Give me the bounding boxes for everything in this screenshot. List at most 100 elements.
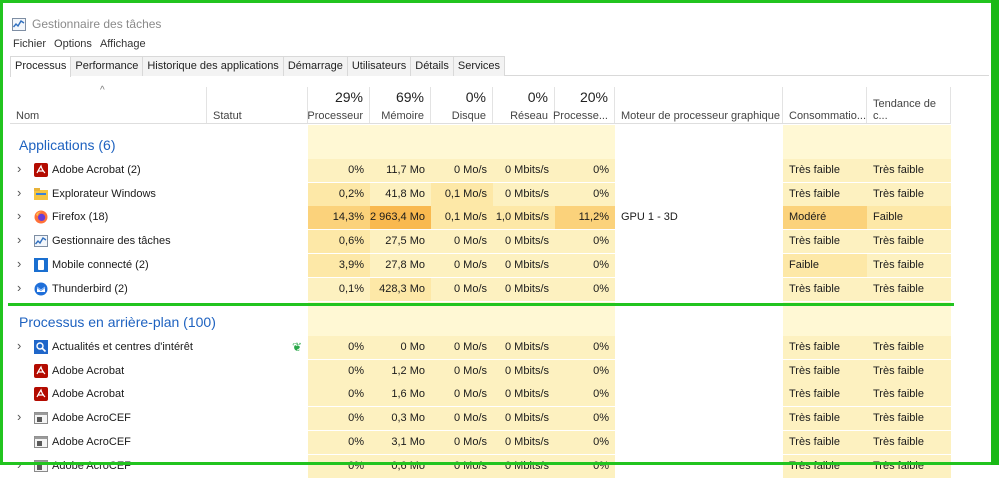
acrocef-icon <box>34 411 48 425</box>
tab-processes[interactable]: Processus <box>10 56 72 77</box>
column-header-status[interactable]: Statut <box>207 87 308 124</box>
table-row[interactable]: › Mobile connecté (2) 3,9% 27,8 Mo 0 Mo/s 0 M… <box>10 253 951 277</box>
cell-power: Très faible <box>783 336 867 359</box>
cell-value: 3,9% <box>338 258 364 271</box>
chevron-right-icon[interactable]: › <box>17 338 21 353</box>
table-row[interactable]: Adobe Acrobat 0% 1,2 Mo 0 Mo/s 0 Mbits/s 0% Tr… <box>10 359 951 383</box>
cell-power: Très faible <box>783 230 867 254</box>
cell-value: 0 Mbits/s <box>504 435 549 448</box>
cell-trend: Très faible <box>867 454 951 478</box>
process-name: Adobe Acrobat <box>52 364 125 377</box>
cell-value: 0% <box>348 412 364 425</box>
cell-mem: 428,3 Mo <box>370 277 431 301</box>
cell-gpu: 0% <box>555 359 615 383</box>
cell-value: 0 Mbits/s <box>504 282 549 295</box>
cell-value: 0 Mbits/s <box>504 388 549 401</box>
cell-value: Très faible <box>873 282 924 295</box>
chevron-right-icon[interactable]: › <box>17 457 21 472</box>
column-header-network[interactable]: 0% Réseau <box>493 87 555 124</box>
column-header-gpu[interactable]: 20% Processe... <box>553 87 615 124</box>
column-header-power[interactable]: Consommatio... <box>783 87 867 124</box>
chevron-right-icon[interactable]: › <box>17 161 21 176</box>
column-header-cpu[interactable]: 29% Processeur <box>307 87 370 124</box>
cell-value: 27,8 Mo <box>385 258 425 271</box>
process-name: Firefox (18) <box>52 211 109 224</box>
table-row[interactable]: › Firefox (18) 14,3% 2 963,4 Mo 0,1 Mo/s 1,0 … <box>10 206 951 230</box>
cell-value: 0% <box>348 164 364 176</box>
cell-value: 0 Mo/s <box>453 364 487 377</box>
selection-highlight <box>8 303 954 306</box>
tab-services[interactable]: Services <box>452 56 506 76</box>
cell-value: Très faible <box>789 412 840 425</box>
menu-file[interactable]: Fichier <box>13 38 54 50</box>
cell-net: 0 Mbits/s <box>493 454 555 478</box>
table-row[interactable]: › Actualités et centres d'intérêt ❦ 0% 0 Mo 0… <box>10 336 951 359</box>
table-row[interactable]: Adobe Acrobat 0% 1,6 Mo 0 Mo/s 0 Mbits/s 0% Tr… <box>10 383 951 407</box>
table-row[interactable]: › Explorateur Windows 0,2% 41,8 Mo 0,1 Mo/s 0… <box>10 182 951 206</box>
table-row[interactable]: › Adobe Acrobat (2) 0% 11,7 Mo 0 Mo/s 0 Mbits… <box>10 159 951 182</box>
cell-cpu: 0% <box>308 336 370 359</box>
cell-value: 0,1 Mo/s <box>444 187 487 200</box>
cell-gpu: 0% <box>555 230 615 254</box>
cell-value: Très faible <box>789 435 840 448</box>
cell-mem: 27,5 Mo <box>370 230 431 254</box>
cell-cpu: 0,1% <box>308 277 370 301</box>
group-title: Processus en arrière-plan (100) <box>19 314 216 330</box>
task-manager-icon <box>34 234 48 248</box>
cell-engine: GPU 1 - 3D <box>615 206 783 229</box>
tab-app-history[interactable]: Historique des applications <box>142 56 284 76</box>
chevron-right-icon[interactable]: › <box>17 409 21 424</box>
menu-options[interactable]: Options <box>54 38 100 50</box>
tab-details[interactable]: Détails <box>410 56 454 76</box>
cell-value: Très faible <box>789 459 840 472</box>
column-header-disk[interactable]: 0% Disque <box>431 87 493 124</box>
table-row[interactable]: Adobe AcroCEF 0% 3,1 Mo 0 Mo/s 0 Mbits/s 0% Tr… <box>10 430 951 454</box>
cell-gpu: 0% <box>555 182 615 206</box>
tab-startup[interactable]: Démarrage <box>282 56 348 76</box>
table-row[interactable]: › Adobe AcroCEF 0% 0,3 Mo 0 Mo/s 0 Mbits/s 0% T… <box>10 407 951 431</box>
chevron-right-icon[interactable]: › <box>17 208 21 223</box>
cell-value: Faible <box>789 258 819 271</box>
cell-disk: 0 Mo/s <box>431 383 493 407</box>
sort-arrow-icon: ^ <box>100 85 105 96</box>
cell-cpu: 3,9% <box>308 253 370 277</box>
highlight-frame-edge <box>991 0 999 465</box>
column-header-power-trend[interactable]: Tendance de c... <box>867 87 951 124</box>
cell-trend: Très faible <box>867 182 951 206</box>
cell-mem: 0,6 Mo <box>370 454 431 478</box>
table-row[interactable]: › Adobe AcroCEF 0% 0,6 Mo 0 Mo/s 0 Mbits/s 0% T… <box>10 454 951 478</box>
column-header-memory[interactable]: 69% Mémoire <box>370 87 431 124</box>
cell-value: 0,2% <box>338 187 364 200</box>
cell-power: Très faible <box>783 430 867 454</box>
table-row[interactable]: › Gestionnaire des tâches 0,6% 27,5 Mo 0 Mo/… <box>10 230 951 254</box>
process-name: Adobe Acrobat <box>52 388 125 401</box>
chevron-right-icon[interactable]: › <box>17 185 21 200</box>
cell-value: Très faible <box>789 364 840 377</box>
table-row[interactable]: › Thunderbird (2) 0,1% 428,3 Mo 0 Mo/s 0 Mbit… <box>10 277 951 301</box>
chevron-right-icon[interactable]: › <box>17 256 21 271</box>
tab-performance[interactable]: Performance <box>70 56 144 76</box>
cell-cpu: 14,3% <box>308 206 370 230</box>
cell-value: 0 Mbits/s <box>504 258 549 271</box>
cell-power: Très faible <box>783 407 867 431</box>
thunderbird-icon <box>34 282 48 296</box>
chevron-right-icon[interactable]: › <box>17 280 21 295</box>
cell-disk: 0 Mo/s <box>431 277 493 301</box>
column-header-gpu-engine[interactable]: Moteur de processeur graphique <box>615 87 783 124</box>
cell-net: 0 Mbits/s <box>493 430 555 454</box>
cell-disk: 0,1 Mo/s <box>431 206 493 230</box>
group-background-processes[interactable]: Processus en arrière-plan (100) <box>10 302 950 336</box>
cell-mem: 1,2 Mo <box>370 359 431 383</box>
tab-users[interactable]: Utilisateurs <box>346 56 412 76</box>
cell-value: 1,2 Mo <box>391 364 425 377</box>
cell-value: Très faible <box>873 164 924 176</box>
cell-gpu: 0% <box>555 383 615 407</box>
chevron-right-icon[interactable]: › <box>17 232 21 247</box>
cell-net: 0 Mbits/s <box>493 230 555 254</box>
column-header-name[interactable]: ^ Nom <box>10 85 207 124</box>
cell-value: 0% <box>348 435 364 448</box>
group-applications[interactable]: Applications (6) <box>10 125 950 159</box>
menu-view[interactable]: Affichage <box>100 38 154 50</box>
cell-power: Modéré <box>783 206 867 230</box>
cell-gpu: 11,2% <box>555 206 615 230</box>
